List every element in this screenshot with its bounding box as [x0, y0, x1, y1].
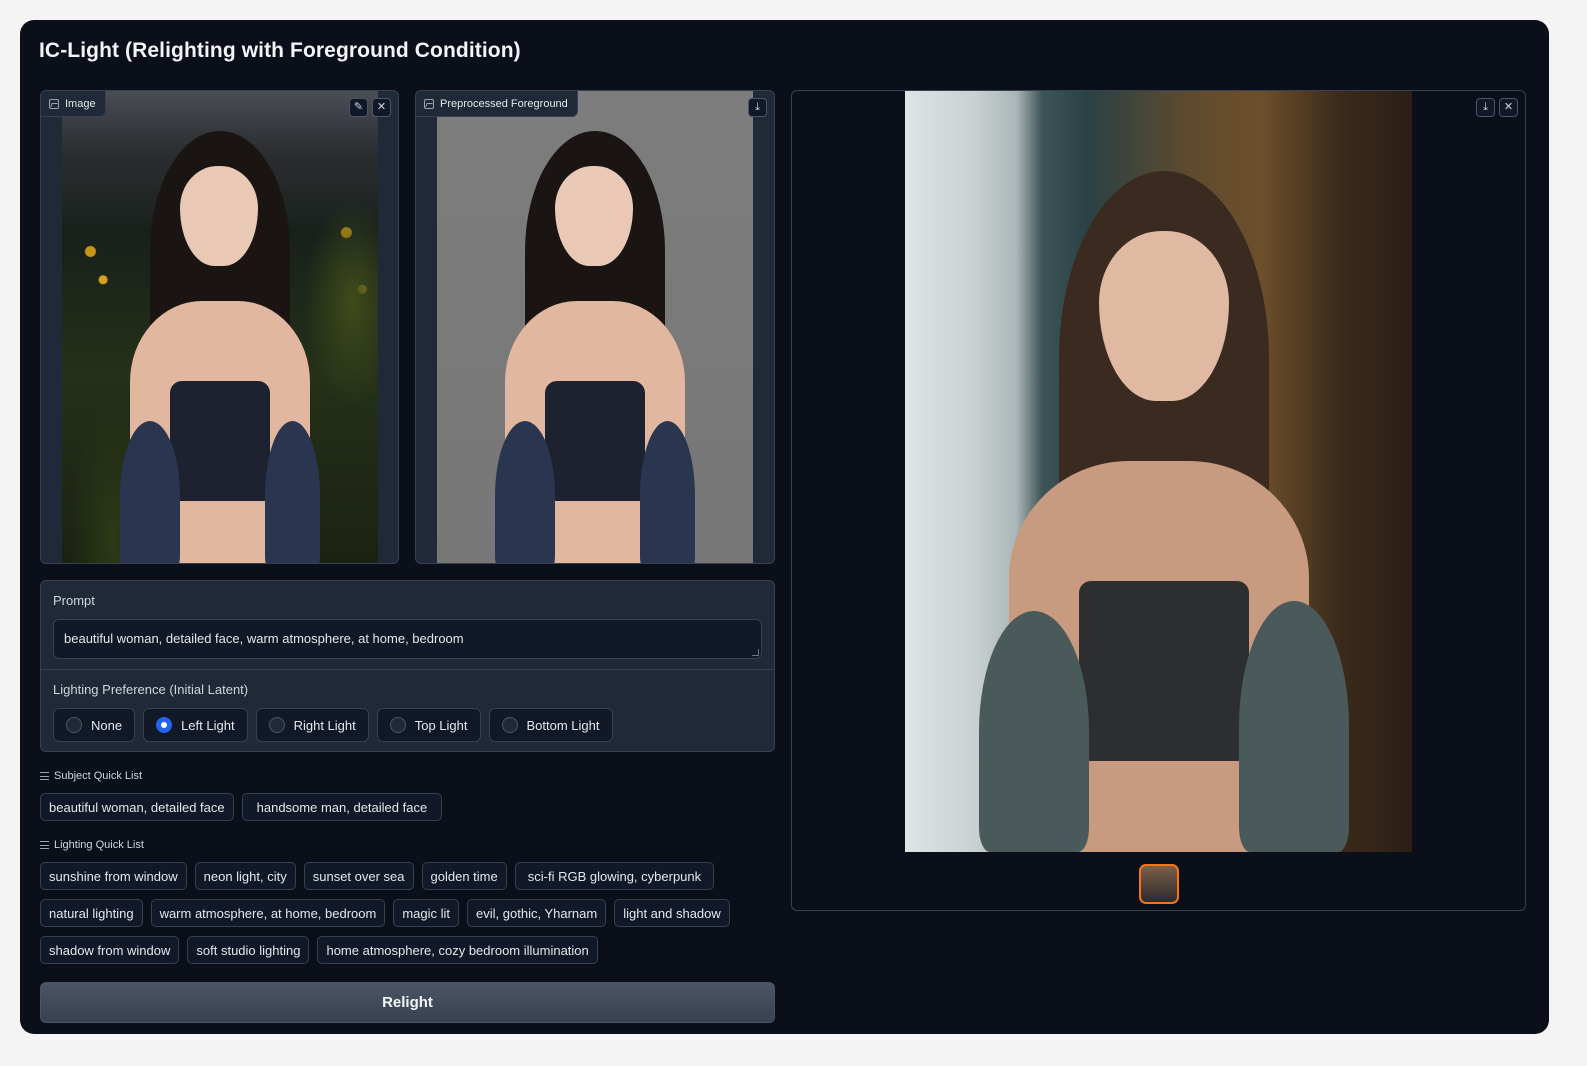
output-photo[interactable] [905, 91, 1412, 852]
lighting-preference-label: Lighting Preference (Initial Latent) [53, 682, 249, 697]
gallery-thumbnail[interactable] [1139, 864, 1179, 904]
radio-label: Top Light [414, 717, 468, 733]
input-photo [62, 91, 378, 563]
lighting-chip[interactable]: soft studio lighting [187, 936, 310, 964]
lighting-chip[interactable]: light and shadow [614, 899, 730, 927]
download-icon[interactable]: ⤓ [1476, 98, 1495, 117]
list-icon [40, 841, 49, 849]
image-icon [424, 98, 434, 109]
relight-button[interactable]: Relight [40, 982, 775, 1023]
radio-label: Left Light [181, 717, 235, 733]
radio-right-light[interactable]: Right Light [255, 708, 369, 742]
radio-none[interactable]: None [53, 708, 136, 742]
lighting-chip[interactable]: sunset over sea [303, 862, 414, 890]
lighting-chip[interactable]: golden time [421, 862, 507, 890]
lighting-chip[interactable]: home atmosphere, cozy bedroom illuminati… [317, 936, 598, 964]
radio-dot[interactable] [389, 717, 406, 733]
lighting-quick-list-label: Lighting Quick List [54, 839, 144, 851]
radio-dot[interactable] [66, 717, 82, 733]
prompt-label: Prompt [53, 593, 95, 608]
edit-icon[interactable]: ✎ [349, 98, 368, 117]
radio-dot[interactable] [501, 717, 518, 733]
input-image-panel[interactable]: Image ✎ ✕ [40, 90, 399, 564]
divider [41, 669, 774, 670]
preprocessed-photo-subject [475, 131, 715, 563]
lighting-chip[interactable]: shadow from window [40, 936, 180, 964]
preprocessed-foreground-panel[interactable]: Preprocessed Foreground ⤓ [415, 90, 775, 564]
radio-bottom-light[interactable]: Bottom Light [488, 708, 613, 742]
radio-left-light[interactable]: Left Light [143, 708, 248, 742]
preprocessed-photo [437, 91, 753, 563]
lighting-preference-radio-group: None Left Light Right Light Top Light Bo… [53, 708, 613, 742]
input-image-label-text: Image [65, 97, 96, 110]
lighting-chip[interactable]: sci-fi RGB glowing, cyberpunk [514, 862, 715, 890]
radio-label: Right Light [293, 717, 356, 733]
lighting-chip[interactable]: warm atmosphere, at home, bedroom [150, 899, 386, 927]
output-photo-subject [949, 171, 1369, 852]
radio-label: Bottom Light [526, 717, 600, 733]
app-window: IC-Light (Relighting with Foreground Con… [20, 20, 1549, 1034]
lighting-chip[interactable]: magic lit [393, 899, 460, 927]
input-image-label: Image [41, 91, 106, 117]
page-title: IC-Light (Relighting with Foreground Con… [39, 39, 521, 62]
lighting-chip[interactable]: evil, gothic, Yharnam [467, 899, 607, 927]
radio-top-light[interactable]: Top Light [376, 708, 481, 742]
preprocessed-foreground-label: Preprocessed Foreground [416, 91, 578, 117]
settings-panel: Prompt beautiful woman, detailed face, w… [40, 580, 775, 752]
lighting-chip[interactable]: sunshine from window [40, 862, 187, 890]
lighting-chip[interactable]: natural lighting [40, 899, 143, 927]
close-icon[interactable]: ✕ [372, 98, 391, 117]
radio-dot-selected[interactable] [156, 717, 173, 733]
list-icon [40, 772, 49, 780]
subject-quick-list: beautiful woman, detailed face handsome … [40, 793, 775, 821]
subject-quick-list-header: Subject Quick List [40, 770, 142, 782]
subject-quick-list-label: Subject Quick List [54, 770, 143, 782]
lighting-chip[interactable]: neon light, city [194, 862, 296, 890]
subject-chip[interactable]: handsome man, detailed face [241, 793, 443, 821]
preprocessed-foreground-label-text: Preprocessed Foreground [440, 97, 568, 110]
lighting-quick-list-header: Lighting Quick List [40, 839, 144, 851]
close-icon[interactable]: ✕ [1499, 98, 1518, 117]
radio-label: None [91, 717, 123, 733]
download-icon[interactable]: ⤓ [748, 98, 767, 117]
prompt-input[interactable]: beautiful woman, detailed face, warm atm… [53, 619, 762, 659]
output-gallery: ⤓ ✕ [791, 90, 1526, 911]
lighting-quick-list: sunshine from window neon light, city su… [40, 862, 775, 964]
radio-dot[interactable] [268, 717, 285, 733]
input-photo-subject [100, 131, 340, 563]
image-icon [49, 98, 59, 109]
subject-chip[interactable]: beautiful woman, detailed face [40, 793, 234, 821]
